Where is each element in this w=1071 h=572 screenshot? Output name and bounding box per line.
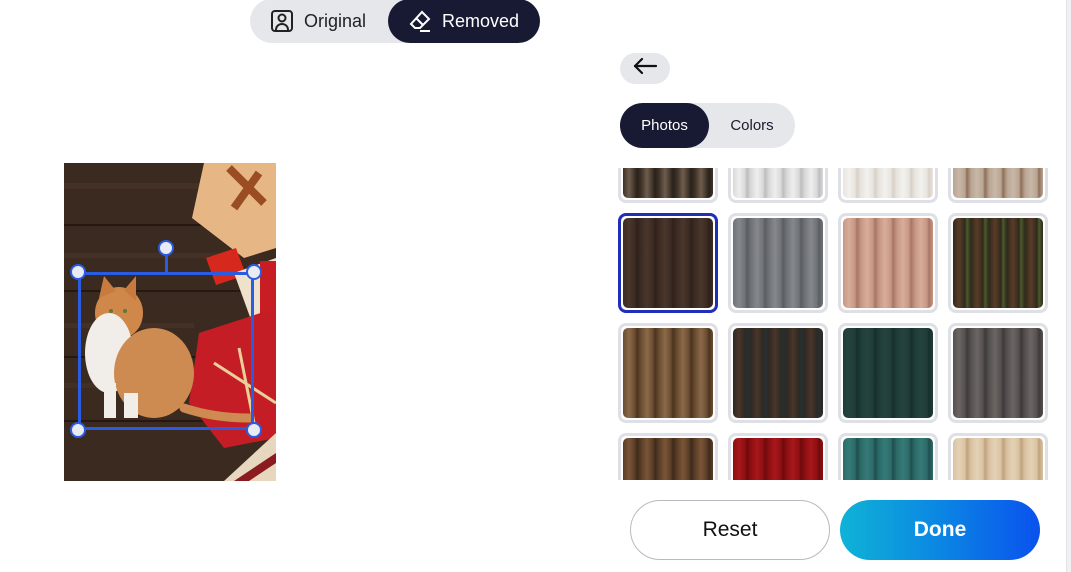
background-tile-teal-planks[interactable] (838, 433, 938, 480)
done-button[interactable]: Done (840, 500, 1040, 560)
background-thumbnail (733, 328, 823, 418)
selection-bounding-box[interactable] (78, 272, 254, 430)
background-tile-dark-green-texture[interactable] (838, 323, 938, 423)
tab-photos[interactable]: Photos (620, 103, 709, 148)
background-thumbnail (953, 328, 1043, 418)
background-thumbnail (733, 438, 823, 480)
resize-handle-top-left[interactable] (70, 264, 86, 280)
rotate-handle-stem (165, 254, 168, 273)
page-scrollbar[interactable] (1066, 0, 1071, 572)
background-tile-dark-wood-with-gifts[interactable] (618, 213, 718, 313)
background-tile-pale-brown-wood[interactable] (948, 168, 1048, 203)
rotate-handle[interactable] (158, 240, 174, 256)
eraser-icon (408, 9, 432, 33)
background-type-tabs: Photos Colors (620, 103, 795, 148)
background-tile-grey-distressed-wood[interactable] (948, 323, 1048, 423)
background-thumbnail (953, 218, 1043, 308)
resize-handle-bottom-right[interactable] (246, 422, 262, 438)
background-editor: Original Removed Photos Colors Reset Don… (0, 0, 1071, 572)
background-tile-light-tan-wood[interactable] (948, 433, 1048, 480)
background-tile-stone-mat[interactable] (618, 168, 718, 203)
resize-handle-bottom-left[interactable] (70, 422, 86, 438)
back-button[interactable] (620, 53, 670, 84)
arrow-left-icon (632, 56, 658, 81)
background-tile-light-whitewash-wood[interactable] (838, 168, 938, 203)
background-tile-grey-wood[interactable] (728, 213, 828, 313)
background-thumbnail (843, 218, 933, 308)
removed-label: Removed (442, 10, 520, 31)
background-photo-grid[interactable] (618, 168, 1054, 480)
background-thumbnail (843, 168, 933, 198)
background-tile-brown-knot-wood[interactable] (618, 323, 718, 423)
view-toggle: Original Removed (250, 0, 540, 43)
background-thumbnail (953, 438, 1043, 480)
background-thumbnail (623, 168, 713, 198)
original-label: Original (304, 10, 367, 31)
background-thumbnail (843, 328, 933, 418)
background-tile-red-wood[interactable] (728, 433, 828, 480)
resize-handle-top-right[interactable] (246, 264, 262, 280)
portrait-icon (270, 9, 294, 33)
background-thumbnail (623, 328, 713, 418)
background-thumbnail (623, 218, 713, 308)
removed-toggle-button[interactable]: Removed (388, 0, 540, 43)
background-tile-dark-brown-plank[interactable] (618, 433, 718, 480)
background-thumbnail (733, 218, 823, 308)
background-tile-diagonal-pink-wood[interactable] (838, 213, 938, 313)
background-thumbnail (623, 438, 713, 480)
background-tile-white-weathered-wood[interactable] (728, 168, 828, 203)
background-thumbnail (843, 438, 933, 480)
reset-button[interactable]: Reset (630, 500, 830, 560)
original-toggle-button[interactable]: Original (250, 0, 388, 43)
background-thumbnail (953, 168, 1043, 198)
background-thumbnail (733, 168, 823, 198)
tab-colors[interactable]: Colors (709, 103, 795, 148)
background-tile-log-cabin[interactable] (948, 213, 1048, 313)
background-tile-dark-wood-with-leaf[interactable] (728, 323, 828, 423)
